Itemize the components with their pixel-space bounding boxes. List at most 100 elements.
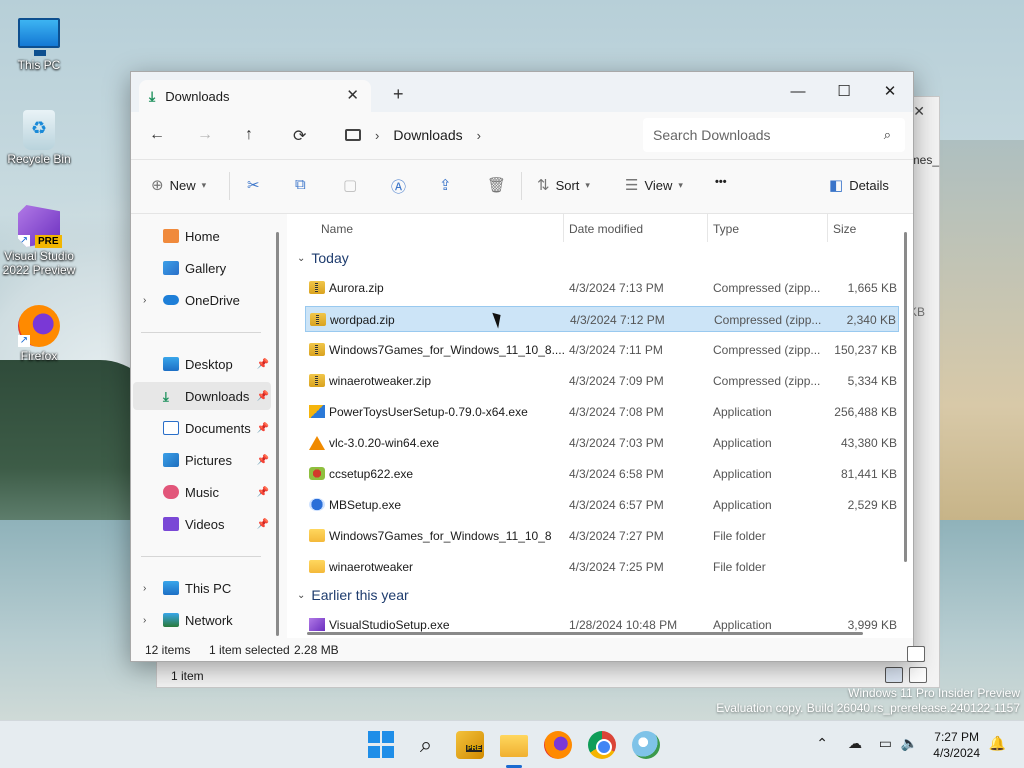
details-view-icon[interactable] [885, 667, 903, 683]
desktop-icon-this-pc[interactable]: This PC [1, 12, 77, 72]
tab-downloads[interactable]: ⤓ Downloads ✕ [139, 80, 371, 112]
forward-button[interactable]: → [197, 126, 213, 144]
close-icon[interactable]: ✕ [913, 103, 925, 120]
sidebar-scrollbar[interactable] [276, 232, 279, 636]
sidebar-item-label: Music [185, 484, 219, 500]
firefox-icon[interactable] [544, 731, 572, 759]
tiles-view-icon[interactable] [909, 667, 927, 683]
copy-button[interactable]: ⧉ [295, 176, 306, 193]
column-divider[interactable] [827, 214, 828, 242]
sidebar-item-documents[interactable]: Documents 📌 [133, 414, 271, 442]
chevron-down-icon: ⌄ [297, 252, 306, 264]
chevron-right-icon[interactable]: › [143, 295, 146, 306]
details-pane-button[interactable]: ◧ Details [829, 176, 889, 194]
group-header-earlier[interactable]: ⌄ Earlier this year [297, 587, 409, 603]
file-row[interactable]: winaerotweaker.zip 4/3/2024 7:09 PM Compre… [305, 368, 899, 394]
pin-icon[interactable]: 📌 [257, 359, 269, 370]
volume-icon[interactable]: 🔈 [901, 735, 918, 752]
malwarebytes-icon [309, 498, 325, 511]
network-icon[interactable]: ▭ [879, 735, 892, 752]
start-button[interactable] [368, 731, 396, 759]
column-header-name[interactable]: Name [321, 222, 353, 236]
clock-time: 7:27 PM [934, 730, 979, 744]
delete-button[interactable]: 🗑 [487, 176, 506, 194]
breadcrumb-chevron-icon[interactable]: › [375, 128, 379, 143]
paste-button[interactable]: ▢ [343, 176, 357, 194]
file-row[interactable]: winaerotweaker 4/3/2024 7:25 PM File folde… [305, 554, 899, 580]
sidebar-item-music[interactable]: Music 📌 [133, 478, 271, 506]
pin-icon[interactable]: 📌 [257, 487, 269, 498]
sidebar-item-network[interactable]: › Network [133, 606, 271, 634]
file-row[interactable]: PowerToysUserSetup-0.79.0-x64.exe 4/3/202… [305, 399, 899, 425]
sidebar-item-downloads[interactable]: ⤓ Downloads 📌 [133, 382, 271, 410]
chevron-up-icon[interactable]: ⌃ [816, 735, 828, 752]
search-icon[interactable]: ⌕ [412, 731, 440, 759]
desktop-icon-visual-studio[interactable]: ↗ PRE Visual Studio 2022 Preview [1, 205, 77, 277]
file-row[interactable]: wordpad.zip 4/3/2024 7:12 PM Compressed (z… [305, 306, 899, 332]
file-row[interactable]: Windows7Games_for_Windows_11_10_8 4/3/202… [305, 523, 899, 549]
pin-icon[interactable]: 📌 [257, 519, 269, 530]
sidebar-item-gallery[interactable]: Gallery [133, 254, 271, 282]
view-button[interactable]: ☰ View ▾ [625, 176, 683, 194]
column-divider[interactable] [563, 214, 564, 242]
sidebar-item-onedrive[interactable]: › OneDrive [133, 286, 271, 314]
close-button[interactable]: ✕ [867, 78, 913, 106]
refresh-button[interactable]: ⟳ [293, 126, 306, 146]
sidebar-item-pictures[interactable]: Pictures 📌 [133, 446, 271, 474]
chevron-right-icon[interactable]: › [143, 583, 146, 594]
column-header-type[interactable]: Type [713, 222, 739, 236]
search-icon[interactable]: ⌕ [884, 127, 891, 143]
address-bar[interactable]: › Downloads › [333, 118, 629, 152]
horizontal-scrollbar[interactable] [307, 632, 863, 635]
file-size: 2,529 KB [847, 498, 897, 512]
file-date: 4/3/2024 7:11 PM [569, 343, 663, 357]
vertical-scrollbar[interactable] [904, 232, 907, 562]
breadcrumb-chevron-icon[interactable]: › [477, 128, 481, 143]
sidebar-item-videos[interactable]: Videos 📌 [133, 510, 271, 538]
breadcrumb-downloads[interactable]: Downloads [393, 127, 462, 143]
column-header-size[interactable]: Size [833, 222, 856, 236]
chrome-icon[interactable] [588, 731, 616, 759]
sort-button[interactable]: ⇅ Sort ▾ [537, 176, 590, 194]
sidebar-item-desktop[interactable]: Desktop 📌 [133, 350, 271, 378]
minimize-button[interactable]: — [775, 78, 821, 106]
maximize-button[interactable]: ☐ [821, 78, 867, 106]
paint-icon[interactable] [632, 731, 660, 759]
rename-button[interactable]: Ⓐ [391, 176, 406, 197]
new-button[interactable]: ⊕ New ▾ [151, 176, 206, 194]
search-input[interactable]: Search Downloads ⌕ [643, 118, 905, 152]
file-list: Name Date modified Type Size ⌄ Today Aur… [287, 214, 913, 638]
group-header-today[interactable]: ⌄ Today [297, 250, 349, 266]
pin-icon[interactable]: 📌 [257, 391, 269, 402]
more-options-button[interactable]: ••• [715, 176, 727, 188]
this-pc-icon[interactable] [345, 129, 361, 141]
visual-studio-icon[interactable]: PRE [456, 731, 484, 759]
desktop-icon-firefox[interactable]: ↗ Firefox [1, 305, 77, 363]
new-tab-button[interactable]: + [393, 84, 404, 105]
cloud-offline-icon[interactable]: ☁ [848, 735, 862, 752]
sidebar-item-this-pc[interactable]: › This PC [133, 574, 271, 602]
share-button[interactable]: ⇪ [439, 176, 452, 194]
cut-button[interactable]: ✂ [247, 176, 260, 194]
pin-icon[interactable]: 📌 [257, 423, 269, 434]
file-explorer-icon[interactable] [500, 735, 528, 757]
desktop-icon-recycle-bin[interactable]: Recycle Bin [1, 110, 77, 166]
column-headers: Name Date modified Type Size [287, 214, 913, 242]
column-header-date[interactable]: Date modified [569, 222, 643, 236]
back-button[interactable]: ← [149, 126, 165, 144]
chevron-down-icon: ⌄ [297, 589, 306, 601]
file-row[interactable]: Windows7Games_for_Windows_11_10_8.... 4/3… [305, 337, 899, 363]
column-divider[interactable] [707, 214, 708, 242]
notification-bell-icon[interactable]: 🔔 [989, 735, 1006, 752]
tiles-view-icon[interactable] [907, 646, 925, 662]
sidebar-item-home[interactable]: Home [133, 222, 271, 250]
pin-icon[interactable]: 📌 [257, 455, 269, 466]
file-row[interactable]: MBSetup.exe 4/3/2024 6:57 PM Application 2,… [305, 492, 899, 518]
file-row[interactable]: vlc-3.0.20-win64.exe 4/3/2024 7:03 PM Appl… [305, 430, 899, 456]
file-row[interactable]: Aurora.zip 4/3/2024 7:13 PM Compressed (zi… [305, 275, 899, 301]
clock[interactable]: 7:27 PM 4/3/2024 [933, 729, 980, 761]
file-row[interactable]: ccsetup622.exe 4/3/2024 6:58 PM Applicatio… [305, 461, 899, 487]
close-tab-icon[interactable]: ✕ [346, 86, 359, 104]
chevron-right-icon[interactable]: › [143, 615, 146, 626]
up-button[interactable]: ↑ [245, 126, 253, 144]
